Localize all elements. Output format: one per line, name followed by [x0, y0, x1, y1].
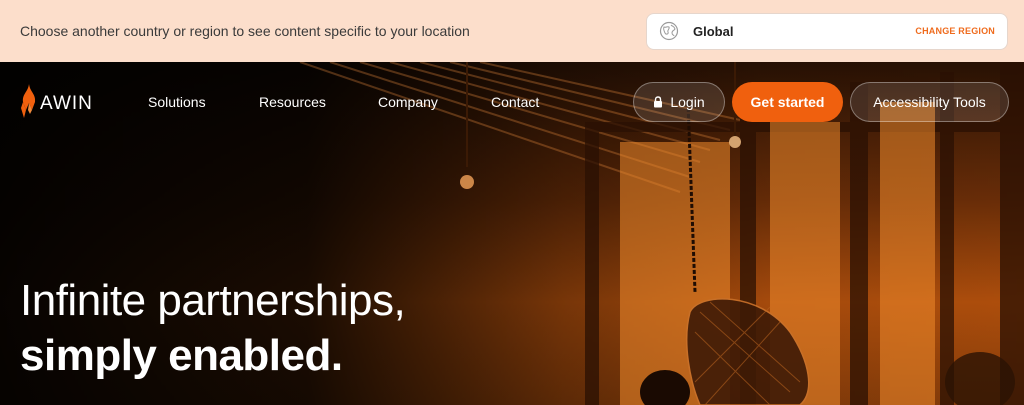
region-selector[interactable]: Global CHANGE REGION [646, 12, 1008, 50]
nav-resources[interactable]: Resources [259, 94, 326, 110]
region-banner: Choose another country or region to see … [0, 0, 1024, 62]
nav-contact[interactable]: Contact [491, 94, 539, 110]
get-started-label: Get started [750, 94, 825, 110]
flame-logo-icon [21, 84, 36, 118]
hero-title-line2: simply enabled. [20, 331, 343, 380]
change-region-link[interactable]: CHANGE REGION [915, 26, 995, 36]
region-message: Choose another country or region to see … [20, 23, 470, 39]
accessibility-tools-label: Accessibility Tools [873, 94, 986, 110]
awin-logo[interactable]: AWIN [20, 84, 93, 118]
globe-icon [659, 21, 679, 41]
lock-icon [654, 96, 663, 108]
login-label: Login [670, 94, 705, 110]
get-started-button[interactable]: Get started [732, 82, 843, 122]
main-nav: AWIN Solutions Resources Company Contact… [0, 62, 1024, 142]
nav-solutions[interactable]: Solutions [148, 94, 206, 110]
logo-text: AWIN [40, 93, 93, 114]
login-button[interactable]: Login [633, 82, 725, 122]
nav-company[interactable]: Company [378, 94, 438, 110]
selected-region: Global [693, 23, 734, 39]
hero-title-line1: Infinite partnerships, [20, 276, 406, 325]
accessibility-tools-button[interactable]: Accessibility Tools [850, 82, 1009, 122]
